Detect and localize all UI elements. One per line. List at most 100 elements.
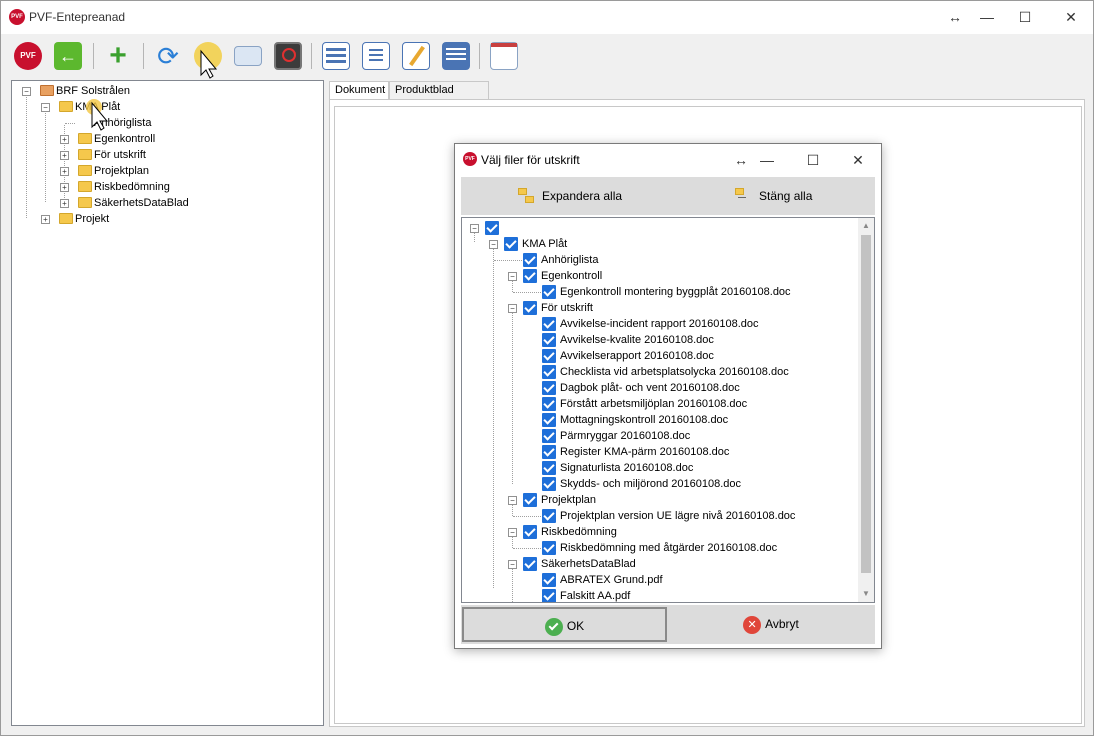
tree-row-file[interactable]: Egenkontroll montering byggplåt 20160108… xyxy=(462,284,842,300)
close-button[interactable]: ✕ xyxy=(844,148,872,172)
expand-icon[interactable]: + xyxy=(60,183,69,192)
tree-row-file[interactable]: Pärmryggar 20160108.doc xyxy=(462,428,842,444)
checkbox-checked[interactable] xyxy=(523,269,537,283)
checkbox-checked[interactable] xyxy=(542,573,556,587)
checkbox-checked[interactable] xyxy=(542,381,556,395)
window-layout-button[interactable] xyxy=(487,39,521,73)
expand-icon[interactable]: + xyxy=(41,215,50,224)
collapse-icon[interactable]: − xyxy=(470,224,479,233)
tree-row-file[interactable]: Avvikelse-kvalite 20160108.doc xyxy=(462,332,842,348)
checkbox-checked[interactable] xyxy=(542,541,556,555)
tree-row-file[interactable]: Avvikelserapport 20160108.doc xyxy=(462,348,842,364)
checkbox-checked[interactable] xyxy=(542,477,556,491)
tree-row-file[interactable]: Riskbedömning med åtgärder 20160108.doc xyxy=(462,540,842,556)
collapse-icon[interactable]: − xyxy=(508,304,517,313)
monitor-block-button[interactable] xyxy=(271,39,305,73)
tree-row-sakerhetsdatablad[interactable]: − SäkerhetsDataBlad xyxy=(462,556,842,572)
checkbox-checked[interactable] xyxy=(523,301,537,315)
tree-item-label: SäkerhetsDataBlad xyxy=(94,197,189,209)
checkbox-checked[interactable] xyxy=(542,509,556,523)
cancel-button[interactable]: ✕ Avbryt xyxy=(671,607,871,642)
list-view-button[interactable] xyxy=(319,39,353,73)
clipboard-button[interactable] xyxy=(439,39,473,73)
edit-document-button[interactable] xyxy=(399,39,433,73)
scroll-down-icon[interactable]: ▼ xyxy=(858,586,874,602)
pvf-app-icon: PVF xyxy=(14,42,42,70)
checkbox-checked[interactable] xyxy=(523,493,537,507)
checkbox-checked[interactable] xyxy=(485,221,499,235)
close-button[interactable]: ✕ xyxy=(1057,5,1085,29)
checklist-button[interactable] xyxy=(359,39,393,73)
tree-row-kma[interactable]: − KMA Plåt xyxy=(462,236,842,252)
expand-icon[interactable]: + xyxy=(60,199,69,208)
tab-dokument[interactable]: Dokument xyxy=(329,81,389,100)
checkbox-checked[interactable] xyxy=(542,397,556,411)
checkbox-checked[interactable] xyxy=(542,429,556,443)
monitor-block-icon xyxy=(274,42,302,70)
minimize-button[interactable]: — xyxy=(753,148,781,172)
tree-row-riskbedomning[interactable]: − Riskbedömning xyxy=(462,524,842,540)
scroll-up-icon[interactable]: ▲ xyxy=(858,218,874,234)
checkbox-checked[interactable] xyxy=(523,525,537,539)
tree-row-file[interactable]: Mottagningskontroll 20160108.doc xyxy=(462,412,842,428)
collapse-icon[interactable]: − xyxy=(22,87,31,96)
close-all-button[interactable]: Stäng alla xyxy=(735,186,812,206)
collapse-icon[interactable]: − xyxy=(508,560,517,569)
file-tree[interactable]: − − KMA Plåt Anhöriglista − Egenkontroll… xyxy=(461,217,875,603)
ok-button[interactable]: OK xyxy=(462,607,667,642)
resize-icon[interactable]: ↔ xyxy=(941,5,969,29)
tree-row-file[interactable]: Skydds- och miljörond 20160108.doc xyxy=(462,476,842,492)
checkbox-checked[interactable] xyxy=(542,333,556,347)
expand-all-button[interactable]: Expandera alla xyxy=(518,186,622,206)
minimize-button[interactable]: — xyxy=(973,5,1001,29)
expand-icon[interactable]: + xyxy=(60,167,69,176)
tree-line xyxy=(65,123,75,124)
tree-row-file[interactable]: Signaturlista 20160108.doc xyxy=(462,460,842,476)
checkbox-checked[interactable] xyxy=(542,461,556,475)
checkbox-checked[interactable] xyxy=(542,445,556,459)
checkbox-checked[interactable] xyxy=(542,285,556,299)
tree-row-file[interactable]: Projektplan version UE lägre nivå 201601… xyxy=(462,508,842,524)
tree-row-root[interactable]: − xyxy=(462,220,842,236)
tree-line xyxy=(26,94,27,218)
resize-icon[interactable]: ↔ xyxy=(727,148,755,172)
pvf-app-button[interactable]: PVF xyxy=(11,39,45,73)
tree-row-file[interactable]: ABRATEX Grund.pdf xyxy=(462,572,842,588)
email-button[interactable] xyxy=(231,39,265,73)
tree-row-file[interactable]: Checklista vid arbetsplatsolycka 2016010… xyxy=(462,364,842,380)
collapse-icon[interactable]: − xyxy=(41,103,50,112)
collapse-icon[interactable]: − xyxy=(508,528,517,537)
checkbox-checked[interactable] xyxy=(542,589,556,602)
checkbox-checked[interactable] xyxy=(542,317,556,331)
tree-row-file[interactable]: Falskitt AA.pdf xyxy=(462,588,842,602)
tab-produktblad-direkt[interactable]: Produktblad direkt xyxy=(389,81,489,113)
tree-row-file[interactable]: Register KMA-pärm 20160108.doc xyxy=(462,444,842,460)
checkbox-checked[interactable] xyxy=(542,365,556,379)
tree-row-file[interactable]: Förstått arbetsmiljöplan 20160108.doc xyxy=(462,396,842,412)
tree-row-projektplan[interactable]: − Projektplan xyxy=(462,492,842,508)
maximize-button[interactable]: ☐ xyxy=(1011,5,1039,29)
checkbox-checked[interactable] xyxy=(523,557,537,571)
tree-row-for-utskrift[interactable]: − För utskrift xyxy=(462,300,842,316)
collapse-icon[interactable]: − xyxy=(489,240,498,249)
checkbox-checked[interactable] xyxy=(523,253,537,267)
tree-row-egenkontroll[interactable]: − Egenkontroll xyxy=(462,268,842,284)
checkbox-checked[interactable] xyxy=(542,349,556,363)
refresh-button[interactable]: ⟳ xyxy=(151,39,185,73)
expand-icon[interactable]: + xyxy=(60,151,69,160)
tree-row-file[interactable]: Avvikelse-incident rapport 20160108.doc xyxy=(462,316,842,332)
tree-row-file[interactable]: Dagbok plåt- och vent 20160108.doc xyxy=(462,380,842,396)
checkbox-checked[interactable] xyxy=(542,413,556,427)
vertical-scrollbar[interactable]: ▲ ▼ xyxy=(858,218,874,602)
maximize-button[interactable]: ☐ xyxy=(799,148,827,172)
collapse-icon[interactable]: − xyxy=(508,272,517,281)
project-tree[interactable]: − BRF Solstrålen − KMA Plåt Anhöriglista… xyxy=(11,80,324,726)
expand-icon[interactable]: + xyxy=(60,135,69,144)
add-button[interactable]: + xyxy=(101,39,135,73)
tree-row-anhoriglista[interactable]: Anhöriglista xyxy=(462,252,842,268)
scrollbar-thumb[interactable] xyxy=(861,235,871,573)
back-button[interactable]: ← xyxy=(51,39,85,73)
collapse-icon[interactable]: − xyxy=(508,496,517,505)
checkbox-checked[interactable] xyxy=(504,237,518,251)
add-icon: + xyxy=(109,39,127,72)
